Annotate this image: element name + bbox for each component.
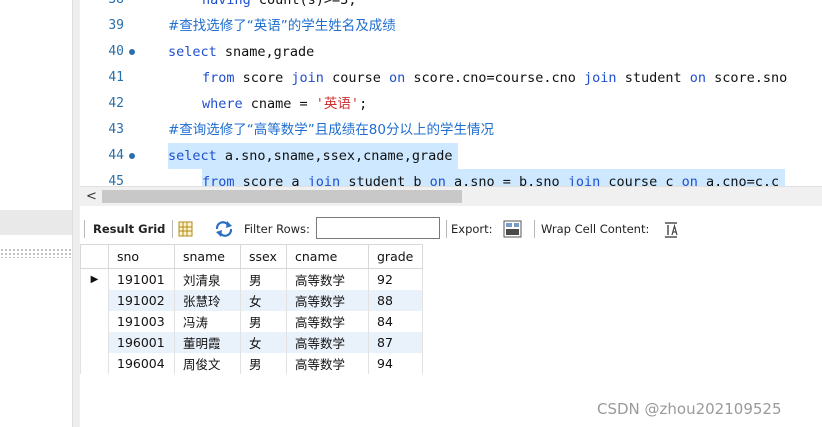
line-number: 44 xyxy=(108,148,124,163)
toolbar-divider xyxy=(84,220,85,238)
filter-rows-input[interactable] xyxy=(316,217,440,239)
row-indicator[interactable]: ▶ xyxy=(80,268,109,290)
filter-rows-label: Filter Rows: xyxy=(244,222,310,236)
code-text: having count(s)>=3; xyxy=(202,0,357,8)
line-number: 41 xyxy=(108,70,124,85)
toolbar-divider xyxy=(446,220,447,238)
editor-line[interactable]: 41 from score join course on score.cno=co… xyxy=(80,65,822,91)
column-header-grade[interactable]: grade xyxy=(368,244,423,269)
code-comment: #查找选修了“英语”的学生姓名及成绩 xyxy=(168,18,396,34)
cell-grade[interactable]: 94 xyxy=(368,352,423,374)
export-label: Export: xyxy=(451,222,493,236)
toolbar-divider xyxy=(534,220,535,238)
cell-sname[interactable]: 董明霞 xyxy=(174,331,241,353)
cell-ssex[interactable]: 女 xyxy=(240,289,287,311)
cell-cname[interactable]: 高等数学 xyxy=(286,331,369,353)
row-indicator[interactable] xyxy=(80,289,109,311)
code-text: from score a join student b on a.sno = b… xyxy=(202,169,786,186)
row-indicator[interactable] xyxy=(80,352,109,374)
cell-cname[interactable]: 高等数学 xyxy=(286,268,369,290)
resize-grip[interactable] xyxy=(0,248,72,258)
refresh-icon[interactable] xyxy=(213,220,235,238)
row-indicator[interactable] xyxy=(80,331,109,353)
horizontal-scrollbar[interactable]: < xyxy=(80,186,822,206)
cell-sno[interactable]: 191001 xyxy=(108,268,175,290)
scrollbar-thumb[interactable] xyxy=(102,190,462,203)
cell-sno[interactable]: 196001 xyxy=(108,331,175,353)
form-editor-icon[interactable] xyxy=(177,220,195,238)
side-panel-band xyxy=(0,210,72,235)
editor-line[interactable]: 44 select a.sno,sname,ssex,cname,grade xyxy=(80,143,822,169)
cell-grade[interactable]: 88 xyxy=(368,289,423,311)
table-row[interactable]: 191003 冯涛男高等数学 84 xyxy=(80,310,423,332)
row-indicator[interactable] xyxy=(80,310,109,332)
cell-sno[interactable]: 191003 xyxy=(108,310,175,332)
result-grid-tab[interactable]: Result Grid xyxy=(93,222,165,236)
table-header-row: sno sname ssex cname grade xyxy=(80,244,423,269)
table-row[interactable]: ▶ 191001 刘清泉男高等数学 92 xyxy=(80,268,423,290)
code-text: from score join course on score.cno=cour… xyxy=(202,70,788,86)
cell-sno[interactable]: 196004 xyxy=(108,352,175,374)
table-row[interactable]: 191002 张慧玲女高等数学 88 xyxy=(80,289,423,311)
result-table: sno sname ssex cname grade ▶ 191001 刘清泉男高等数学 92 1… xyxy=(80,244,423,374)
editor-line[interactable]: 39 #查找选修了“英语”的学生姓名及成绩 xyxy=(80,13,822,39)
line-number: 42 xyxy=(108,96,124,111)
cell-ssex[interactable]: 女 xyxy=(240,331,287,353)
line-number: 38 xyxy=(80,0,124,13)
editor-line[interactable]: 43 #查询选修了“高等数学”且成绩在80分以上的学生情况 xyxy=(80,117,822,143)
editor-line[interactable]: 40 select sname,grade xyxy=(80,39,822,65)
watermark: CSDN @zhou202109525 xyxy=(597,400,782,418)
editor-line[interactable]: 45 from score a join student b on a.sno =… xyxy=(80,169,822,186)
column-header-sno[interactable]: sno xyxy=(108,244,175,269)
code-text: select sname,grade xyxy=(168,44,315,60)
line-number: 40 xyxy=(108,44,124,59)
toolbar-divider xyxy=(172,220,173,238)
cell-sno[interactable]: 191002 xyxy=(108,289,175,311)
editor-line[interactable]: 42 where cname = '英语'; xyxy=(80,91,822,117)
panel-splitter[interactable] xyxy=(72,0,80,427)
export-icon[interactable] xyxy=(503,220,523,238)
column-header-sname[interactable]: sname xyxy=(174,244,241,269)
statement-marker-icon xyxy=(129,153,135,159)
cell-cname[interactable]: 高等数学 xyxy=(286,352,369,374)
cell-grade[interactable]: 84 xyxy=(368,310,423,332)
table-row[interactable]: 196001 董明霞女高等数学 87 xyxy=(80,331,423,353)
code-comment: #查询选修了“高等数学”且成绩在80分以上的学生情况 xyxy=(168,122,494,138)
statement-marker-icon xyxy=(129,49,135,55)
sql-editor[interactable]: 38 having count(s)>=3; 39 #查找选修了“英语”的学生姓名及成… xyxy=(80,0,822,186)
cell-cname[interactable]: 高等数学 xyxy=(286,310,369,332)
row-indicator-header xyxy=(80,244,109,269)
line-number: 45 xyxy=(108,174,124,186)
cell-ssex[interactable]: 男 xyxy=(240,268,287,290)
line-number: 39 xyxy=(108,18,124,33)
editor-line[interactable]: 38 having count(s)>=3; xyxy=(80,0,822,13)
wrap-cell-content-label: Wrap Cell Content: xyxy=(541,222,650,236)
cell-sname[interactable]: 张慧玲 xyxy=(174,289,241,311)
cell-ssex[interactable]: 男 xyxy=(240,352,287,374)
result-toolbar: Result Grid Filter Rows: Export: Wrap Ce… xyxy=(80,214,822,244)
table-row[interactable]: 196004 周俊文男高等数学 94 xyxy=(80,352,423,374)
code-text: select a.sno,sname,ssex,cname,grade xyxy=(168,143,459,169)
column-header-ssex[interactable]: ssex xyxy=(240,244,287,269)
column-header-cname[interactable]: cname xyxy=(286,244,369,269)
line-number: 43 xyxy=(108,122,124,137)
cell-sname[interactable]: 冯涛 xyxy=(174,310,241,332)
cell-ssex[interactable]: 男 xyxy=(240,310,287,332)
cell-grade[interactable]: 92 xyxy=(368,268,423,290)
cell-cname[interactable]: 高等数学 xyxy=(286,289,369,311)
cell-sname[interactable]: 周俊文 xyxy=(174,352,241,374)
cell-sname[interactable]: 刘清泉 xyxy=(174,268,241,290)
cell-grade[interactable]: 87 xyxy=(368,331,423,353)
scroll-left-icon[interactable]: < xyxy=(86,189,97,204)
code-text: where cname = '英语'; xyxy=(202,96,368,112)
wrap-toggle-icon[interactable] xyxy=(663,220,679,238)
side-panel xyxy=(0,0,72,427)
